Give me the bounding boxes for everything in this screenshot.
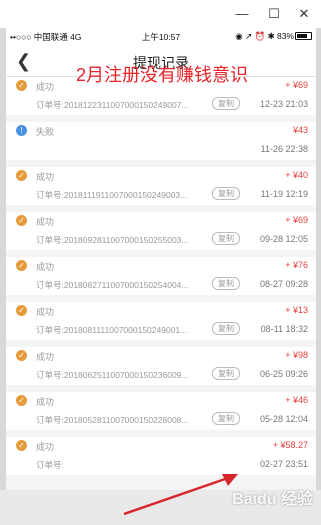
- record-status: 成功: [36, 307, 55, 317]
- copy-order-button[interactable]: 复制: [212, 187, 240, 200]
- record-card: ✓ 成功 + ¥13 订单号:2018081111007000150249001...…: [6, 302, 316, 340]
- record-time: 08-27 09:28: [259, 279, 308, 289]
- order-number: 订单号:2018062511007000150236009...: [36, 370, 189, 380]
- record-card: ! 失败 ¥43 11-26 22:38: [6, 122, 316, 160]
- record-status: 成功: [36, 217, 55, 227]
- record-status: 成功: [36, 352, 55, 362]
- record-status: 成功: [36, 82, 55, 92]
- record-status: 成功: [36, 397, 55, 407]
- record-card: ✓ 成功 + ¥46 订单号:2018052811007000150228008...…: [6, 392, 316, 430]
- copy-order-button[interactable]: 复制: [212, 232, 240, 245]
- record-time: 02-27 23:51: [259, 459, 308, 469]
- copy-order-button[interactable]: 复制: [212, 97, 240, 110]
- check-circle-icon: ✓: [16, 170, 27, 181]
- record-card: ✓ 成功 + ¥98 订单号:2018062511007000150236009...…: [6, 347, 316, 385]
- record-amount: + ¥69: [285, 215, 308, 225]
- record-amount: + ¥46: [285, 395, 308, 405]
- check-circle-icon: ✓: [16, 215, 27, 226]
- battery-percent: ◉ ↗ ⏰ ✱ 83%: [235, 31, 294, 41]
- record-amount: + ¥58.27: [272, 440, 308, 450]
- record-status: 成功: [36, 172, 55, 182]
- copy-order-button[interactable]: 复制: [212, 277, 240, 290]
- order-number: 订单号:2018111911007000150249003...: [36, 190, 188, 200]
- copy-order-button[interactable]: 复制: [212, 412, 240, 425]
- battery-icon: [295, 32, 312, 40]
- order-number: 订单号:2018052811007000150228008...: [36, 415, 189, 425]
- record-amount: + ¥69: [285, 80, 308, 90]
- overlay-caption: 2月注册没有赚钱意识: [76, 65, 249, 85]
- record-amount: ¥43: [292, 125, 308, 135]
- maximize-button[interactable]: ☐: [262, 4, 286, 24]
- check-circle-icon: ✓: [16, 305, 27, 316]
- record-time: 08-11 18:32: [260, 324, 308, 334]
- record-amount: + ¥98: [285, 350, 308, 360]
- copy-order-button[interactable]: 复制: [212, 367, 240, 380]
- status-bar: ••○○○ 中国联通 4G 上午10:57 ◉ ↗ ⏰ ✱ 83%: [6, 28, 316, 44]
- minimize-button[interactable]: —: [230, 4, 254, 24]
- red-arrow-annotation: [123, 474, 238, 516]
- record-status: 成功: [36, 442, 55, 452]
- record-time: 11-26 22:38: [260, 144, 308, 154]
- status-indicators: ◉ ↗ ⏰ ✱ 83%: [235, 31, 312, 42]
- record-amount: + ¥40: [285, 170, 308, 180]
- record-card: ✓ 成功 + ¥69 订单号:2018092811007000150255003...…: [6, 212, 316, 250]
- order-number: 订单号:2018122311007000150249007...: [36, 100, 189, 110]
- record-status: 成功: [36, 262, 55, 272]
- record-time: 05-28 12:04: [259, 414, 308, 424]
- record-time: 11-19 12:19: [260, 189, 308, 199]
- record-time: 06-25 09:26: [259, 369, 308, 379]
- order-number: 订单号:2018092811007000150255003...: [36, 235, 189, 245]
- record-status: 失败: [36, 127, 55, 137]
- check-circle-icon: ✓: [16, 350, 27, 361]
- check-circle-icon: ✓: [16, 80, 27, 91]
- record-card: ✓ 成功 + ¥40 订单号:2018111911007000150249003...…: [6, 167, 316, 205]
- withdrawal-record-list: ✓ 成功 + ¥69 订单号:2018122311007000150249007...…: [6, 77, 316, 475]
- phone-screen: ••○○○ 中国联通 4G 上午10:57 ◉ ↗ ⏰ ✱ 83% ❮ 提现记录…: [6, 28, 316, 490]
- info-circle-icon: !: [16, 125, 27, 136]
- window-titlebar: — ☐ ✕: [0, 0, 321, 28]
- close-button[interactable]: ✕: [292, 4, 316, 24]
- record-amount: + ¥76: [285, 260, 308, 270]
- check-circle-icon: ✓: [16, 440, 27, 451]
- record-card: ✓ 成功 + ¥76 订单号:2018082711007000150254004...…: [6, 257, 316, 295]
- check-circle-icon: ✓: [16, 260, 27, 271]
- record-time: 09-28 12:05: [259, 234, 308, 244]
- baidu-watermark: Baidu 经验: [232, 491, 313, 508]
- check-circle-icon: ✓: [16, 395, 27, 406]
- copy-order-button[interactable]: 复制: [212, 322, 240, 335]
- order-number: 订单号:: [36, 460, 64, 470]
- record-amount: + ¥13: [285, 305, 308, 315]
- order-number: 订单号:2018082711007000150254004...: [36, 280, 189, 290]
- order-number: 订单号:2018081111007000150249001...: [36, 325, 188, 335]
- record-time: 12-23 21:03: [259, 99, 308, 109]
